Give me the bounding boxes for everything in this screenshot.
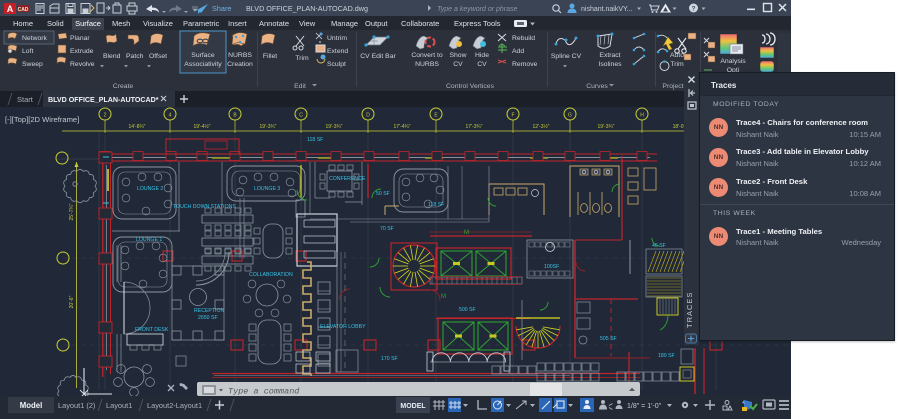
svg-text:C: C: [299, 113, 303, 119]
svg-text:17'-4¾": 17'-4¾": [394, 124, 411, 130]
svg-text:G: G: [568, 113, 572, 119]
svg-text:Planar: Planar: [70, 35, 90, 42]
svg-text:M: M: [464, 230, 469, 236]
svg-text:118 SF: 118 SF: [307, 137, 323, 143]
svg-text:Rebuild: Rebuild: [512, 35, 535, 42]
svg-text:Create: Create: [113, 83, 134, 90]
svg-text:LOUNGE 3: LOUNGE 3: [254, 186, 280, 192]
svg-text:Extend: Extend: [327, 48, 348, 55]
svg-text:2: 2: [104, 113, 107, 119]
svg-text:H: H: [640, 113, 644, 119]
svg-text:MODEL: MODEL: [400, 403, 426, 410]
svg-text:CV Edit Bar: CV Edit Bar: [360, 53, 396, 60]
svg-text:100SF: 100SF: [544, 264, 559, 270]
svg-text:Model: Model: [20, 401, 43, 410]
svg-text:12'-3½": 12'-3½": [533, 123, 550, 130]
svg-text:Patch: Patch: [126, 53, 144, 60]
svg-text:Creation: Creation: [227, 61, 253, 68]
svg-text:Extract: Extract: [599, 52, 620, 59]
svg-text:LOUNGE 2: LOUNGE 2: [137, 186, 163, 192]
svg-text:M: M: [441, 294, 446, 300]
svg-text:FRONT DESK: FRONT DESK: [135, 327, 169, 333]
svg-text:50 SF: 50 SF: [376, 191, 390, 197]
svg-text:2650 SF: 2650 SF: [198, 315, 218, 321]
svg-text:Offset: Offset: [149, 53, 167, 60]
svg-text:Type a keyword or phrase: Type a keyword or phrase: [437, 6, 518, 13]
svg-text:E: E: [434, 113, 438, 119]
svg-text:Type a command: Type a command: [228, 387, 300, 397]
svg-text:70 SF: 70 SF: [380, 226, 394, 232]
svg-text:Revolve: Revolve: [70, 61, 95, 68]
svg-text:180 SF: 180 SF: [658, 353, 675, 359]
svg-text:LOUNGE 1: LOUNGE 1: [136, 237, 162, 243]
svg-text:Trim: Trim: [670, 61, 684, 68]
svg-text:CAD: CAD: [18, 7, 29, 13]
svg-text:nishant.naikVY...: nishant.naikVY...: [581, 6, 633, 13]
svg-text:17'-3¾": 17'-3¾": [466, 124, 483, 130]
svg-text:BLVD OFFICE_PLAN-AUTOCAD*: BLVD OFFICE_PLAN-AUTOCAD*: [48, 96, 159, 104]
svg-text:Layout1 (2): Layout1 (2): [58, 401, 95, 410]
svg-text:Convert to: Convert to: [411, 52, 443, 59]
svg-text:Untrim: Untrim: [327, 35, 347, 42]
svg-text:170 SF: 170 SF: [381, 356, 398, 362]
svg-text:CV: CV: [477, 61, 487, 68]
svg-text:COLLABORATION: COLLABORATION: [249, 272, 293, 278]
svg-text:14'-8¼": 14'-8¼": [129, 124, 146, 130]
svg-text:CONFERENCE: CONFERENCE: [329, 176, 366, 182]
svg-text:TRACES: TRACES: [685, 292, 694, 328]
svg-text:A: A: [7, 4, 14, 14]
svg-text:Network: Network: [22, 35, 48, 42]
svg-text:Surface: Surface: [191, 52, 215, 59]
svg-text:19'-3¾": 19'-3¾": [598, 124, 615, 130]
svg-text:F: F: [511, 113, 514, 119]
svg-text:?: ?: [692, 6, 696, 13]
svg-text:[-][Top][2D Wireframe]: [-][Top][2D Wireframe]: [5, 115, 79, 124]
svg-text:Remove: Remove: [512, 61, 538, 68]
svg-text:Spline CV: Spline CV: [551, 53, 582, 60]
svg-text:TOUCH DOWN STATIONS: TOUCH DOWN STATIONS: [173, 204, 236, 210]
svg-text:Extrude: Extrude: [70, 48, 94, 55]
svg-text:Isolines: Isolines: [598, 61, 622, 68]
svg-text:D: D: [366, 113, 370, 119]
svg-text:Show: Show: [449, 52, 466, 59]
svg-text:Loft: Loft: [22, 48, 33, 55]
svg-text:Share: Share: [212, 4, 231, 13]
svg-text:ELEVATOR LOBBY: ELEVATOR LOBBY: [320, 324, 366, 330]
svg-text:Control Vertices: Control Vertices: [446, 83, 495, 90]
svg-text:Trim: Trim: [295, 55, 309, 62]
svg-text:Sculpt: Sculpt: [327, 61, 346, 68]
svg-text:Curves: Curves: [586, 83, 608, 90]
svg-text:Add: Add: [512, 48, 524, 55]
svg-text:25'-7¾": 25'-7¾": [69, 203, 75, 220]
svg-text:Layout2-Layout1: Layout2-Layout1: [147, 401, 202, 410]
svg-text:Analysis: Analysis: [720, 58, 746, 65]
svg-text:500 SF: 500 SF: [459, 307, 476, 313]
svg-text:CV: CV: [453, 61, 463, 68]
svg-text:Start: Start: [17, 95, 34, 104]
svg-text:1/8" = 1'-0": 1/8" = 1'-0": [627, 403, 662, 410]
svg-text:BLVD OFFICE_PLAN-AUTOCAD.dwg: BLVD OFFICE_PLAN-AUTOCAD.dwg: [246, 4, 368, 13]
svg-text:Hide: Hide: [475, 52, 489, 59]
svg-text:Fillet: Fillet: [263, 53, 277, 60]
svg-text:118 SF: 118 SF: [428, 202, 444, 208]
svg-text:20'-6": 20'-6": [69, 295, 75, 308]
svg-text:19'-3¾": 19'-3¾": [260, 124, 277, 130]
svg-text:B: B: [233, 113, 237, 119]
svg-text:4: 4: [169, 113, 172, 119]
svg-text:Layout1: Layout1: [106, 401, 132, 410]
svg-text:NURBS: NURBS: [415, 61, 439, 68]
svg-text:Edit: Edit: [294, 83, 306, 90]
svg-text:NURBS: NURBS: [228, 52, 252, 59]
svg-text:46 SF: 46 SF: [652, 243, 666, 249]
svg-text:Associativity: Associativity: [184, 61, 222, 68]
svg-text:19'-4½": 19'-4½": [194, 123, 211, 130]
svg-text:19'-3¾": 19'-3¾": [326, 124, 343, 130]
svg-text:Sweep: Sweep: [22, 61, 43, 68]
svg-text:RECEPTION: RECEPTION: [194, 308, 225, 314]
svg-text:Project: Project: [662, 83, 683, 90]
svg-text:505 SF: 505 SF: [600, 336, 617, 342]
svg-text:Blend: Blend: [103, 53, 121, 60]
